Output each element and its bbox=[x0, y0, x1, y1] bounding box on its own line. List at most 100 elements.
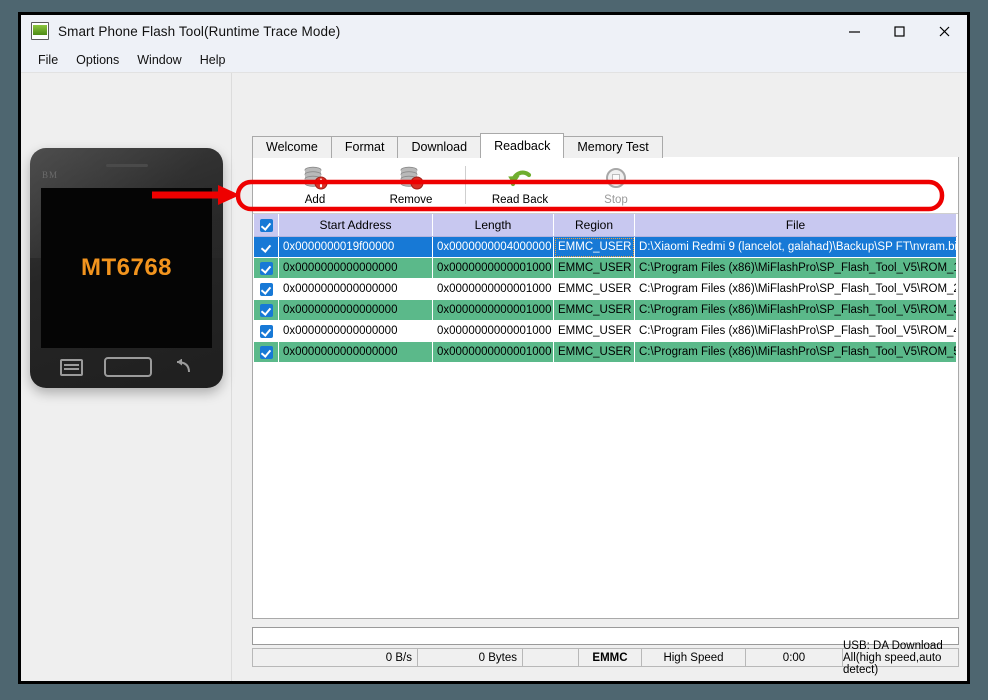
row-checkbox-cell[interactable] bbox=[254, 320, 279, 342]
select-all-header[interactable] bbox=[254, 214, 279, 237]
phone-screen: MT6768 bbox=[41, 188, 212, 348]
read-back-icon bbox=[507, 165, 533, 191]
cell-file: C:\Program Files (x86)\MiFlashPro\SP_Fla… bbox=[634, 320, 957, 342]
app-icon bbox=[31, 22, 49, 40]
row-checkbox-cell[interactable] bbox=[254, 299, 279, 321]
add-button[interactable]: Add bbox=[267, 159, 363, 211]
toolbar-separator bbox=[465, 166, 466, 204]
row-checkbox-cell[interactable] bbox=[254, 257, 279, 279]
close-button[interactable] bbox=[922, 15, 967, 47]
menu-help[interactable]: Help bbox=[191, 50, 235, 70]
cell-start-address: 0x0000000000000000 bbox=[278, 320, 433, 342]
window-title: Smart Phone Flash Tool(Runtime Trace Mod… bbox=[58, 23, 341, 39]
cell-region: EMMC_USER bbox=[553, 278, 635, 300]
menu-window[interactable]: Window bbox=[128, 50, 190, 70]
cell-length: 0x0000000000001000 bbox=[432, 299, 554, 321]
remove-button[interactable]: Remove bbox=[363, 159, 459, 211]
readback-table-container[interactable]: Start Address Length Region File 0x00000… bbox=[254, 214, 957, 617]
status-bytes: 0 Bytes bbox=[417, 648, 522, 667]
status-elapsed: 0:00 bbox=[745, 648, 842, 667]
chipset-label: MT6768 bbox=[80, 254, 173, 281]
window-controls bbox=[832, 15, 967, 47]
minimize-button[interactable] bbox=[832, 15, 877, 47]
table-row[interactable]: 0x0000000000000000 0x0000000000001000 EM… bbox=[254, 257, 957, 279]
add-label: Add bbox=[304, 193, 326, 206]
cell-file: C:\Program Files (x86)\MiFlashPro\SP_Fla… bbox=[634, 341, 957, 363]
cell-length: 0x0000000000001000 bbox=[432, 257, 554, 279]
cell-file: C:\Program Files (x86)\MiFlashPro\SP_Fla… bbox=[634, 278, 957, 300]
remove-icon bbox=[398, 165, 424, 191]
row-checkbox[interactable] bbox=[259, 345, 273, 359]
stop-label: Stop bbox=[604, 193, 628, 206]
status-storage: EMMC bbox=[578, 648, 641, 667]
home-icon bbox=[103, 357, 152, 377]
cell-length: 0x0000000000001000 bbox=[432, 341, 554, 363]
application-window: Smart Phone Flash Tool(Runtime Trace Mod… bbox=[18, 12, 970, 684]
cell-region: EMMC_USER bbox=[553, 236, 635, 258]
main-pane: Welcome Format Download Readback Memory … bbox=[232, 73, 967, 681]
client-area: BM MT6768 Welcome Format Download Readba… bbox=[21, 73, 967, 681]
menu-bar: File Options Window Help bbox=[21, 47, 967, 73]
status-connection: USB: DA Download All(high speed,auto det… bbox=[842, 640, 959, 676]
toolbar: Add Remove Read Back Stop bbox=[253, 157, 958, 214]
row-checkbox[interactable] bbox=[259, 261, 273, 275]
cell-length: 0x0000000004000000 bbox=[432, 236, 554, 258]
status-bar: 0 B/s 0 Bytes EMMC High Speed 0:00 USB: … bbox=[252, 640, 959, 676]
cell-length: 0x0000000000001000 bbox=[432, 278, 554, 300]
cell-start-address: 0x0000000000000000 bbox=[278, 341, 433, 363]
table-row[interactable]: 0x0000000000000000 0x0000000000001000 EM… bbox=[254, 299, 957, 321]
row-checkbox-cell[interactable] bbox=[254, 278, 279, 300]
status-blank bbox=[522, 648, 578, 667]
menu-icon bbox=[60, 358, 84, 376]
stop-icon bbox=[605, 165, 627, 191]
header-file[interactable]: File bbox=[634, 214, 957, 237]
tab-download[interactable]: Download bbox=[397, 136, 482, 158]
phone-body: BM MT6768 bbox=[30, 148, 223, 388]
read-back-button[interactable]: Read Back bbox=[472, 159, 568, 211]
row-checkbox[interactable] bbox=[259, 282, 273, 296]
status-mode: High Speed bbox=[641, 648, 745, 667]
tab-format[interactable]: Format bbox=[330, 136, 399, 158]
readback-table: Start Address Length Region File 0x00000… bbox=[254, 214, 957, 363]
row-checkbox-cell[interactable] bbox=[254, 236, 279, 258]
stop-button: Stop bbox=[568, 159, 664, 211]
tab-welcome[interactable]: Welcome bbox=[252, 136, 332, 158]
table-row[interactable]: 0x0000000000000000 0x0000000000001000 EM… bbox=[254, 341, 957, 363]
cell-start-address: 0x0000000000000000 bbox=[278, 299, 433, 321]
remove-label: Remove bbox=[389, 193, 433, 206]
device-illustration-panel: BM MT6768 bbox=[21, 73, 232, 681]
table-body: 0x0000000019f00000 0x0000000004000000 EM… bbox=[254, 236, 957, 363]
row-checkbox-cell[interactable] bbox=[254, 341, 279, 363]
desktop-background: Smart Phone Flash Tool(Runtime Trace Mod… bbox=[0, 0, 988, 700]
tab-memory-test[interactable]: Memory Test bbox=[563, 136, 663, 158]
cell-start-address: 0x0000000019f00000 bbox=[278, 236, 433, 258]
cell-region: EMMC_USER bbox=[553, 320, 635, 342]
menu-options[interactable]: Options bbox=[67, 50, 128, 70]
phone-illustration: BM MT6768 bbox=[30, 148, 223, 388]
readback-panel: Add Remove Read Back Stop Start Address … bbox=[252, 157, 959, 619]
header-start-address[interactable]: Start Address bbox=[278, 214, 433, 237]
row-checkbox[interactable] bbox=[259, 303, 273, 317]
cell-file: C:\Program Files (x86)\MiFlashPro\SP_Fla… bbox=[634, 299, 957, 321]
phone-speaker-icon bbox=[105, 164, 148, 167]
tab-readback[interactable]: Readback bbox=[480, 133, 565, 158]
cell-file: D:\Xiaomi Redmi 9 (lancelot, galahad)\Ba… bbox=[634, 236, 957, 258]
table-row[interactable]: 0x0000000000000000 0x0000000000001000 EM… bbox=[254, 278, 957, 300]
header-length[interactable]: Length bbox=[432, 214, 554, 237]
header-region[interactable]: Region bbox=[553, 214, 635, 237]
cell-region: EMMC_USER bbox=[553, 341, 635, 363]
table-row[interactable]: 0x0000000000000000 0x0000000000001000 EM… bbox=[254, 320, 957, 342]
select-all-checkbox[interactable] bbox=[259, 219, 273, 233]
row-checkbox[interactable] bbox=[259, 324, 273, 338]
menu-file[interactable]: File bbox=[29, 50, 67, 70]
table-row[interactable]: 0x0000000019f00000 0x0000000004000000 EM… bbox=[254, 236, 957, 258]
table-header-row: Start Address Length Region File bbox=[254, 214, 957, 237]
maximize-button[interactable] bbox=[877, 15, 922, 47]
row-checkbox[interactable] bbox=[259, 240, 273, 254]
tab-strip: Welcome Format Download Readback Memory … bbox=[252, 133, 959, 158]
cell-region: EMMC_USER bbox=[553, 299, 635, 321]
brand-mark-label: BM bbox=[42, 170, 59, 180]
read-back-label: Read Back bbox=[491, 193, 549, 206]
cell-length: 0x0000000000001000 bbox=[432, 320, 554, 342]
status-speed: 0 B/s bbox=[252, 648, 417, 667]
